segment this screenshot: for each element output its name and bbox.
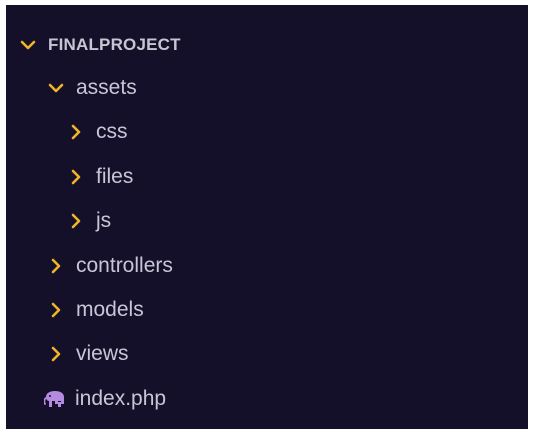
chevron-right-icon xyxy=(46,300,66,320)
folder-label: models xyxy=(76,298,144,321)
folder-label: js xyxy=(96,209,112,232)
folder-files[interactable]: files xyxy=(66,160,133,194)
explorer-root-folder[interactable]: FINALPROJECT xyxy=(18,28,181,62)
chevron-down-icon xyxy=(18,35,38,55)
chevron-right-icon xyxy=(66,167,86,187)
folder-assets[interactable]: assets xyxy=(46,71,137,105)
chevron-right-icon xyxy=(46,344,66,364)
folder-controllers[interactable]: controllers xyxy=(46,249,173,283)
file-explorer-panel: FINALPROJECT assets css files js control… xyxy=(6,5,528,429)
folder-label: controllers xyxy=(76,254,173,277)
chevron-down-icon xyxy=(46,78,66,98)
root-folder-label: FINALPROJECT xyxy=(48,35,181,54)
screenshot-frame: FINALPROJECT assets css files js control… xyxy=(0,0,534,435)
folder-views[interactable]: views xyxy=(46,337,129,371)
folder-models[interactable]: models xyxy=(46,293,144,327)
file-index-php[interactable]: index.php xyxy=(44,382,166,416)
php-elephant-icon xyxy=(44,389,66,409)
folder-css[interactable]: css xyxy=(66,115,128,149)
chevron-right-icon xyxy=(46,256,66,276)
folder-label: files xyxy=(96,165,134,188)
chevron-right-icon xyxy=(66,211,86,231)
file-label: index.php xyxy=(75,387,167,410)
folder-label: css xyxy=(96,120,128,143)
folder-js[interactable]: js xyxy=(66,204,111,238)
folder-label: views xyxy=(76,342,129,365)
chevron-right-icon xyxy=(66,122,86,142)
folder-label: assets xyxy=(76,76,137,99)
